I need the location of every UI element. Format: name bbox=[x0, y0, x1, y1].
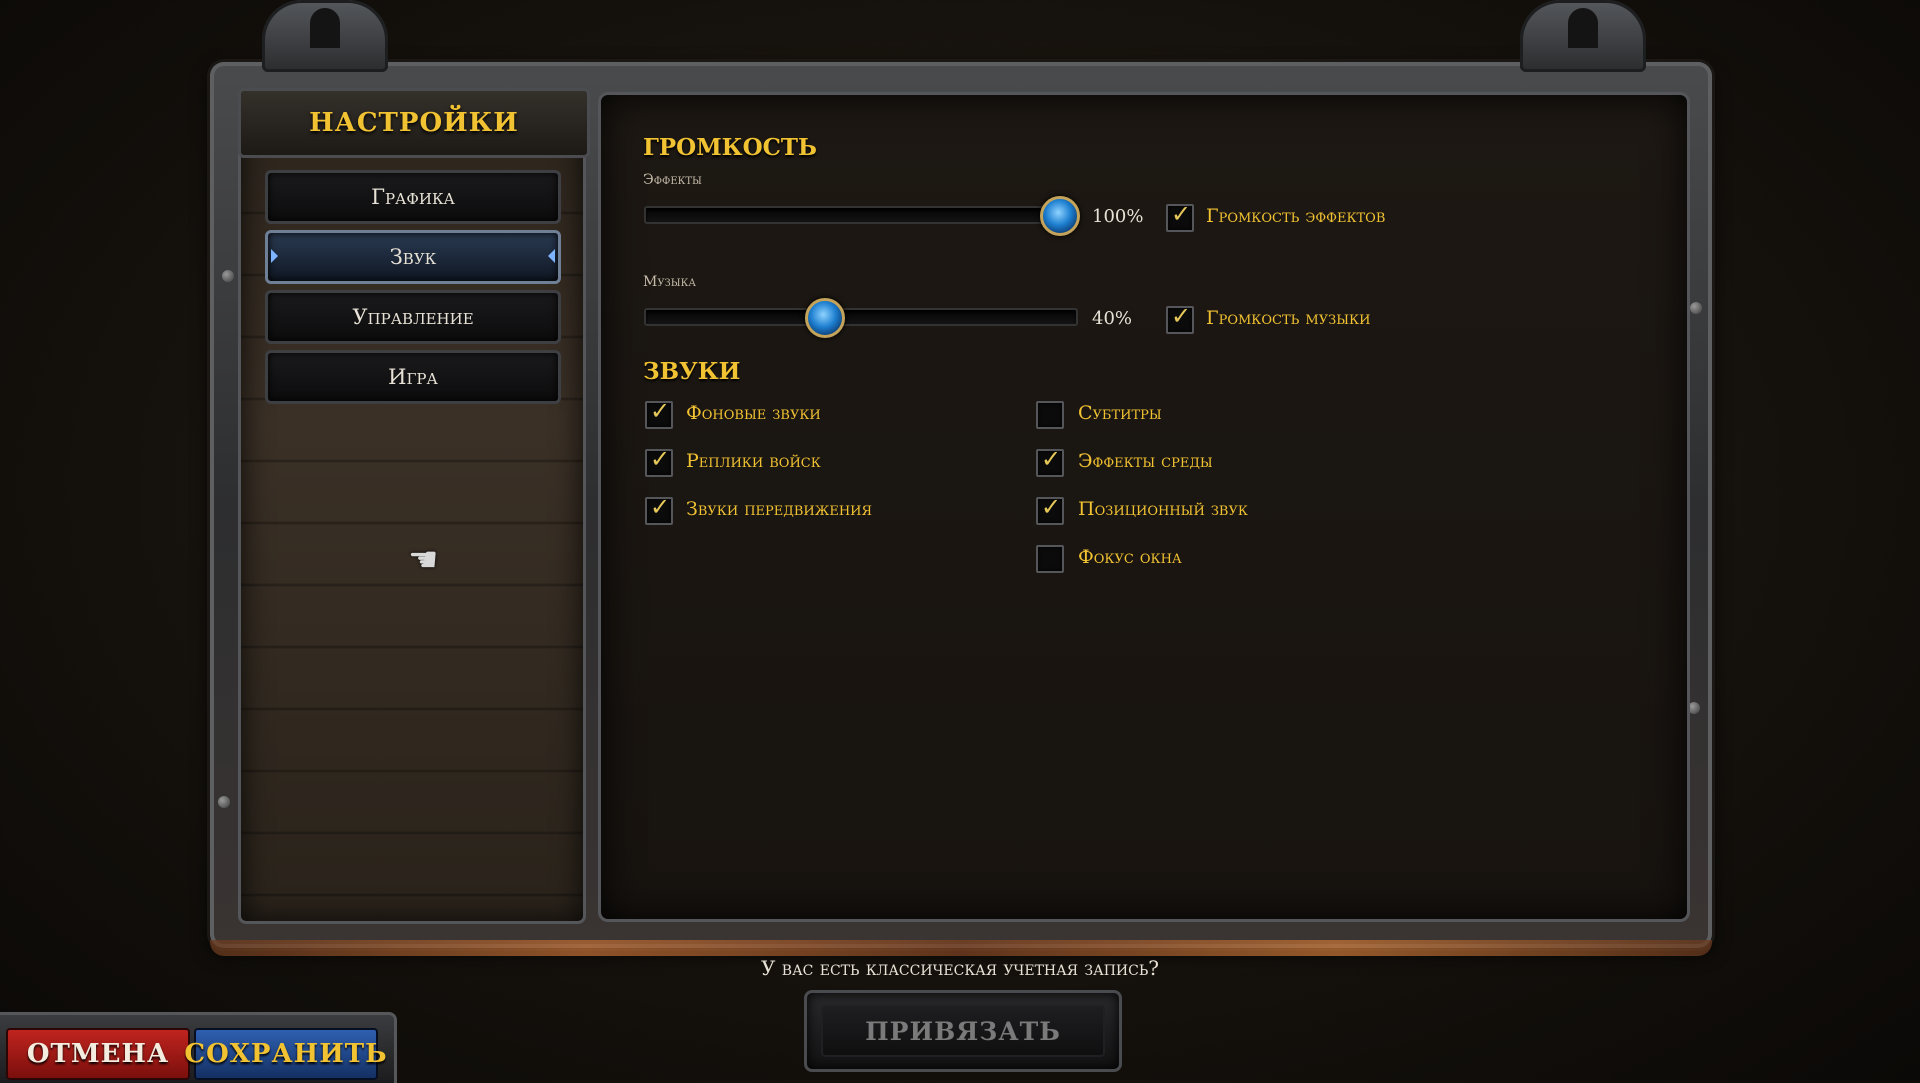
music-slider-label: Музыка bbox=[643, 274, 696, 290]
checkmark-icon: ✓ bbox=[1041, 493, 1062, 521]
classic-account-question: У вас есть классическая учетная запись? bbox=[760, 956, 1160, 980]
link-account-label: ПРИВЯЗАТЬ bbox=[821, 1005, 1105, 1057]
checkmark-icon: ✓ bbox=[650, 397, 671, 425]
subtitles-label: Субтитры bbox=[1078, 402, 1162, 424]
sidebar-item-graphics[interactable]: Графика bbox=[265, 170, 561, 224]
effects-volume-checkbox[interactable]: ✓ bbox=[1166, 200, 1194, 232]
unit-responses-label: Реплики войск bbox=[686, 450, 821, 472]
effects-slider-label: Эффекты bbox=[643, 172, 702, 188]
effects-volume-slider[interactable] bbox=[644, 206, 1078, 224]
positional-sound-checkbox[interactable]: ✓ bbox=[1036, 493, 1064, 525]
ambient-sounds-checkbox[interactable]: ✓ bbox=[645, 397, 673, 429]
save-button[interactable]: СОХРАНИТЬ bbox=[184, 1028, 387, 1080]
music-slider-knob[interactable] bbox=[805, 298, 845, 338]
sounds-section-title: ЗВУКИ bbox=[643, 358, 741, 385]
sidebar-header: НАСТРОЙКИ bbox=[238, 88, 590, 158]
link-account-button[interactable]: ПРИВЯЗАТЬ bbox=[804, 990, 1122, 1072]
effects-volume-value: 100% bbox=[1092, 206, 1144, 227]
effects-slider-knob[interactable] bbox=[1040, 196, 1080, 236]
checkmark-icon: ✓ bbox=[650, 445, 671, 473]
music-volume-slider[interactable] bbox=[644, 308, 1078, 326]
cancel-button[interactable]: ОТМЕНА bbox=[6, 1028, 190, 1080]
right-hanger bbox=[1520, 0, 1646, 72]
music-volume-value: 40% bbox=[1092, 308, 1133, 329]
ambient-sounds-label: Фоновые звуки bbox=[686, 402, 821, 424]
window-focus-checkbox[interactable] bbox=[1036, 545, 1064, 573]
sidebar-item-label: Игра bbox=[388, 365, 438, 389]
sidebar-item-controls[interactable]: Управление bbox=[265, 290, 561, 344]
effects-volume-label: Громкость эффектов bbox=[1206, 205, 1386, 227]
music-volume-checkbox[interactable]: ✓ bbox=[1166, 302, 1194, 334]
positional-sound-label: Позиционный звук bbox=[1078, 498, 1248, 520]
checkmark-icon: ✓ bbox=[650, 493, 671, 521]
checkmark-icon: ✓ bbox=[1171, 200, 1192, 228]
subtitles-checkbox[interactable] bbox=[1036, 401, 1064, 429]
sidebar-item-label: Графика bbox=[371, 185, 455, 209]
window-focus-label: Фокус окна bbox=[1078, 546, 1182, 568]
sidebar-item-game[interactable]: Игра bbox=[265, 350, 561, 404]
environment-effects-label: Эффекты среды bbox=[1078, 450, 1213, 472]
checkmark-icon: ✓ bbox=[1041, 445, 1062, 473]
sidebar-item-sound[interactable]: Звук bbox=[265, 230, 561, 284]
gauntlet-pointer-icon: ☚ bbox=[408, 540, 439, 580]
sidebar-item-label: Управление bbox=[352, 305, 474, 329]
volume-section-title: ГРОМКОСТЬ bbox=[643, 134, 818, 161]
unit-responses-checkbox[interactable]: ✓ bbox=[645, 445, 673, 477]
rivet bbox=[1690, 302, 1702, 314]
sidebar-item-label: Звук bbox=[389, 245, 437, 269]
movement-sounds-checkbox[interactable]: ✓ bbox=[645, 493, 673, 525]
rivet bbox=[222, 270, 234, 282]
movement-sounds-label: Звуки передвижения bbox=[686, 498, 873, 520]
music-volume-label: Громкость музыки bbox=[1206, 307, 1371, 329]
page-title: НАСТРОЙКИ bbox=[309, 108, 519, 138]
environment-effects-checkbox[interactable]: ✓ bbox=[1036, 445, 1064, 477]
rivet bbox=[218, 796, 230, 808]
checkmark-icon: ✓ bbox=[1171, 302, 1192, 330]
left-hanger bbox=[262, 0, 388, 72]
